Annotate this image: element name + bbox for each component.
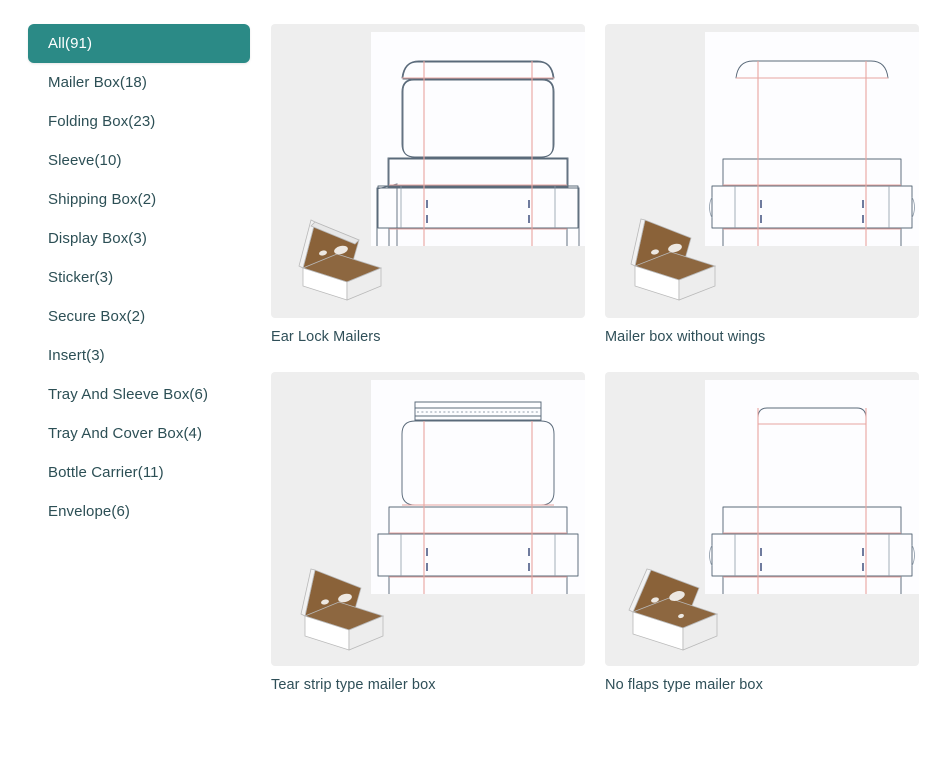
- gallery-card: Ear Lock Mailers: [271, 24, 585, 345]
- gallery-card: Mailer box without wings: [605, 24, 919, 345]
- sidebar-item-display-box[interactable]: Display Box(3): [28, 219, 250, 258]
- mailer-no-wings-dieline: [709, 60, 915, 246]
- sidebar-item-folding-box[interactable]: Folding Box(23): [28, 102, 250, 141]
- sidebar-item-label: Folding Box(23): [48, 113, 156, 130]
- sidebar-item-label: Tray And Cover Box(4): [48, 425, 203, 442]
- sidebar-item-sleeve[interactable]: Sleeve(10): [28, 141, 250, 180]
- dieline-stage: [705, 380, 919, 594]
- sidebar-item-label: Tray And Sleeve Box(6): [48, 386, 209, 403]
- category-sidebar: All(91) Mailer Box(18) Folding Box(23) S…: [0, 0, 271, 531]
- sidebar-item-envelope[interactable]: Envelope(6): [28, 492, 250, 531]
- gallery-card: No flaps type mailer box: [605, 372, 919, 693]
- ear-lock-mailer-dieline: [376, 60, 580, 246]
- sidebar-item-all[interactable]: All(91): [28, 24, 250, 63]
- sidebar-item-tray-and-sleeve-box[interactable]: Tray And Sleeve Box(6): [28, 375, 250, 414]
- sidebar-item-secure-box[interactable]: Secure Box(2): [28, 297, 250, 336]
- sidebar-item-label: Display Box(3): [48, 230, 147, 247]
- category-list: All(91) Mailer Box(18) Folding Box(23) S…: [0, 24, 271, 531]
- card-title[interactable]: No flaps type mailer box: [605, 677, 919, 693]
- card-title[interactable]: Ear Lock Mailers: [271, 329, 585, 345]
- card-thumbnail[interactable]: [605, 24, 919, 318]
- card-thumbnail[interactable]: [271, 24, 585, 318]
- dieline-stage: [705, 32, 919, 246]
- sidebar-item-label: Bottle Carrier(11): [48, 464, 164, 481]
- sidebar-item-label: All(91): [48, 35, 93, 52]
- card-thumbnail[interactable]: [271, 372, 585, 666]
- sidebar-item-shipping-box[interactable]: Shipping Box(2): [28, 180, 250, 219]
- card-title[interactable]: Tear strip type mailer box: [271, 677, 585, 693]
- sidebar-item-label: Mailer Box(18): [48, 74, 147, 91]
- card-thumbnail[interactable]: [605, 372, 919, 666]
- sidebar-item-label: Shipping Box(2): [48, 191, 157, 208]
- sidebar-item-insert[interactable]: Insert(3): [28, 336, 250, 375]
- sidebar-item-label: Envelope(6): [48, 503, 130, 520]
- dieline-gallery-grid: Ear Lock Mailers Mailer box without wing…: [271, 0, 944, 720]
- no-flaps-mailer-dieline: [709, 407, 915, 594]
- packaging-gallery-page: All(91) Mailer Box(18) Folding Box(23) S…: [0, 0, 944, 769]
- sidebar-item-bottle-carrier[interactable]: Bottle Carrier(11): [28, 453, 250, 492]
- sidebar-item-label: Insert(3): [48, 347, 105, 364]
- sidebar-item-mailer-box[interactable]: Mailer Box(18): [28, 63, 250, 102]
- dieline-stage: [371, 380, 585, 594]
- sidebar-item-sticker[interactable]: Sticker(3): [28, 258, 250, 297]
- sidebar-item-label: Sleeve(10): [48, 152, 122, 169]
- sidebar-item-label: Secure Box(2): [48, 308, 146, 325]
- card-title[interactable]: Mailer box without wings: [605, 329, 919, 345]
- sidebar-item-label: Sticker(3): [48, 269, 114, 286]
- sidebar-item-tray-and-cover-box[interactable]: Tray And Cover Box(4): [28, 414, 250, 453]
- dieline-stage: [371, 32, 585, 246]
- tear-strip-mailer-dieline: [377, 401, 579, 594]
- gallery-card: Tear strip type mailer box: [271, 372, 585, 693]
